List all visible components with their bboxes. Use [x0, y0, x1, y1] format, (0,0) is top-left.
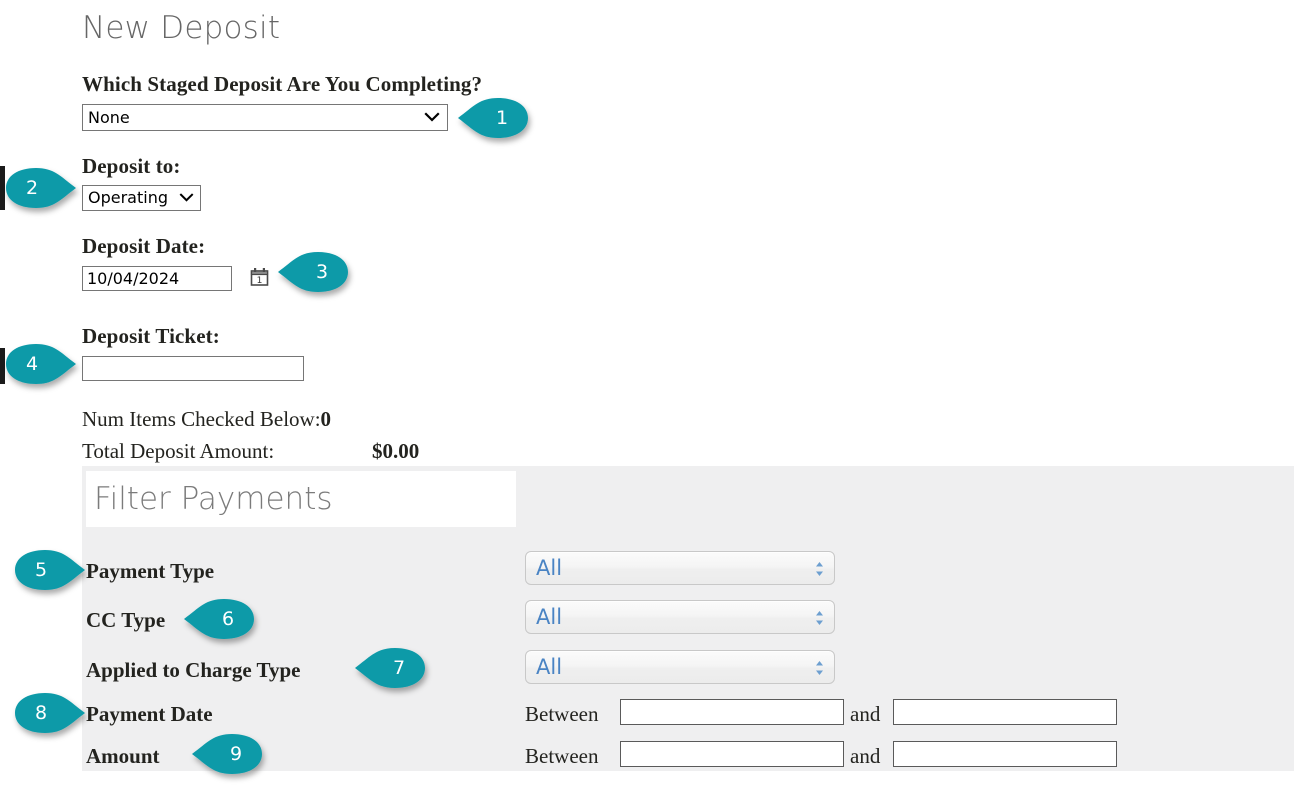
callout-badge-1: 1	[458, 96, 530, 140]
deposit-date-input[interactable]	[82, 266, 232, 291]
deposit-to-label: Deposit to:	[82, 154, 181, 179]
callout-badge-8: 8	[13, 691, 85, 735]
num-items-checked-label: Num Items Checked Below:	[82, 407, 321, 431]
filter-payments-title-box: Filter Payments	[86, 471, 516, 527]
callout-badge-4: 4	[4, 342, 76, 386]
svg-text:1: 1	[257, 276, 263, 286]
filter-label-applied-to-charge-type: Applied to Charge Type	[86, 658, 301, 683]
sort-arrows-icon	[815, 561, 824, 577]
num-items-checked-row: Num Items Checked Below:0	[82, 407, 331, 432]
deposit-to-select-control[interactable]: Operating	[82, 185, 201, 211]
total-deposit-amount-value: $0.00	[372, 439, 419, 463]
staged-deposit-select[interactable]: None	[82, 104, 448, 131]
deposit-ticket-label: Deposit Ticket:	[82, 324, 220, 349]
num-items-checked-value: 0	[321, 407, 332, 431]
amount-and-label: and	[850, 744, 880, 769]
total-deposit-amount-row: Total Deposit Amount:$0.00	[82, 439, 419, 464]
filter-select-payment-type[interactable]: All	[525, 551, 835, 585]
calendar-icon[interactable]: 1	[250, 267, 269, 287]
staged-deposit-label: Which Staged Deposit Are You Completing?	[82, 72, 482, 97]
sort-arrows-icon	[815, 660, 824, 676]
filter-label-cc-type: CC Type	[86, 608, 165, 633]
filter-select-cc-type[interactable]: All	[525, 600, 835, 634]
page-title: New Deposit	[82, 10, 280, 46]
amount-from-input[interactable]	[620, 741, 844, 767]
payment-date-and-label: and	[850, 702, 880, 727]
payment-date-between-label: Between	[525, 702, 598, 727]
deposit-date-label: Deposit Date:	[82, 234, 205, 259]
amount-between-label: Between	[525, 744, 598, 769]
payment-date-from-input[interactable]	[620, 699, 844, 725]
staged-deposit-select-control[interactable]: None	[82, 104, 448, 131]
callout-badge-9: 9	[192, 732, 264, 776]
deposit-ticket-input[interactable]	[82, 356, 304, 381]
sort-arrows-icon	[815, 610, 824, 626]
filter-payments-title: Filter Payments	[94, 481, 333, 517]
callout-badge-6: 6	[184, 597, 256, 641]
amount-to-input[interactable]	[893, 741, 1117, 767]
callout-badge-5: 5	[13, 548, 85, 592]
deposit-to-select[interactable]: Operating	[82, 185, 201, 211]
callout-badge-7: 7	[355, 646, 427, 690]
payment-date-to-input[interactable]	[893, 699, 1117, 725]
filter-select-payment-type-value: All	[536, 556, 562, 580]
filter-select-cc-type-value: All	[536, 605, 562, 629]
filter-label-amount: Amount	[86, 744, 160, 769]
filter-label-payment-type: Payment Type	[86, 559, 214, 584]
total-deposit-amount-label: Total Deposit Amount:	[82, 439, 372, 464]
callout-badge-3: 3	[278, 250, 350, 294]
filter-label-payment-date: Payment Date	[86, 702, 213, 727]
filter-payments-panel: Filter Payments Payment Type All CC Type…	[82, 466, 1294, 771]
filter-select-applied-to-charge-type-value: All	[536, 655, 562, 679]
filter-select-applied-to-charge-type[interactable]: All	[525, 650, 835, 684]
callout-badge-2: 2	[4, 166, 76, 210]
